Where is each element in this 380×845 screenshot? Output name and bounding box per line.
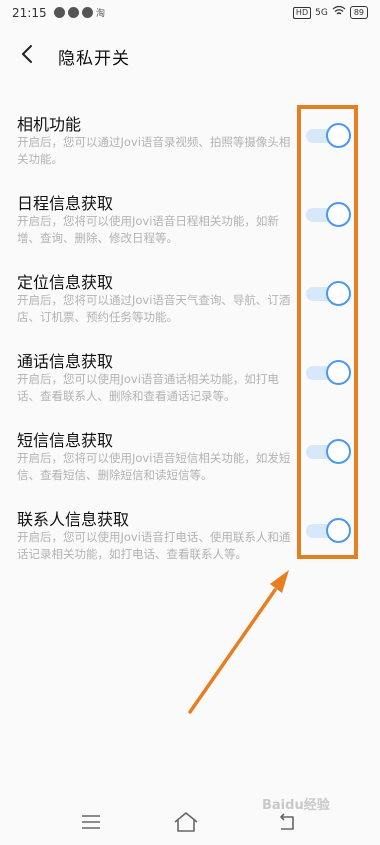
setting-title: 相机功能 [17, 115, 82, 134]
notification-app-icon [68, 7, 79, 18]
setting-title: 短信信息获取 [17, 431, 114, 450]
hd-icon: HD [292, 6, 312, 19]
setting-title: 通话信息获取 [17, 352, 114, 371]
wifi-icon [332, 5, 346, 19]
setting-title: 日程信息获取 [17, 194, 114, 213]
setting-description: 开启后，您可以使用Jovi语音打电话、使用联系人和通话记录相关功能，如打电话、查… [17, 530, 291, 561]
back-icon[interactable] [277, 813, 297, 831]
chevron-left-icon[interactable] [18, 44, 38, 64]
home-icon[interactable] [174, 812, 198, 832]
notification-icons: 淘 [54, 6, 105, 19]
setting-description: 开启后，您可以通过Jovi语音录视频、拍照等摄像头相关功能。 [17, 135, 291, 166]
status-indicators: HD 5G 89 [292, 5, 368, 19]
status-bar: 21:15 淘 HD 5G 89 [0, 0, 380, 28]
setting-title: 定位信息获取 [17, 273, 114, 292]
setting-description: 开启后，您将可以使用Jovi语音短信相关功能，如发短信、查看短信、删除短信和读短… [17, 451, 291, 482]
setting-description: 开启后，您将可以通过Jovi语音天气查询、导航、订酒店、订机票、预约任务等功能。 [17, 293, 291, 324]
menu-icon[interactable] [81, 814, 101, 830]
annotation-highlight-box [297, 105, 358, 559]
watermark-logo: Baidu经验 [262, 798, 330, 813]
header: 隐私开关 [0, 32, 380, 76]
signal-icon: 5G [315, 7, 328, 18]
setting-description: 开启后，您将可以使用Jovi语音日程相关功能，如新增、查询、删除、修改日程等。 [17, 214, 279, 245]
setting-description: 开启后，您可以使用Jovi语音通话相关功能，如打电话、查看联系人、删除和查看通话… [17, 372, 279, 403]
status-time: 21:15 [12, 6, 47, 20]
battery-icon: 89 [349, 6, 368, 19]
notification-app-icon [82, 7, 93, 18]
setting-title: 联系人信息获取 [17, 510, 130, 529]
notification-app-icon [54, 7, 65, 18]
page-title: 隐私开关 [58, 49, 130, 69]
taobao-icon: 淘 [96, 9, 106, 19]
